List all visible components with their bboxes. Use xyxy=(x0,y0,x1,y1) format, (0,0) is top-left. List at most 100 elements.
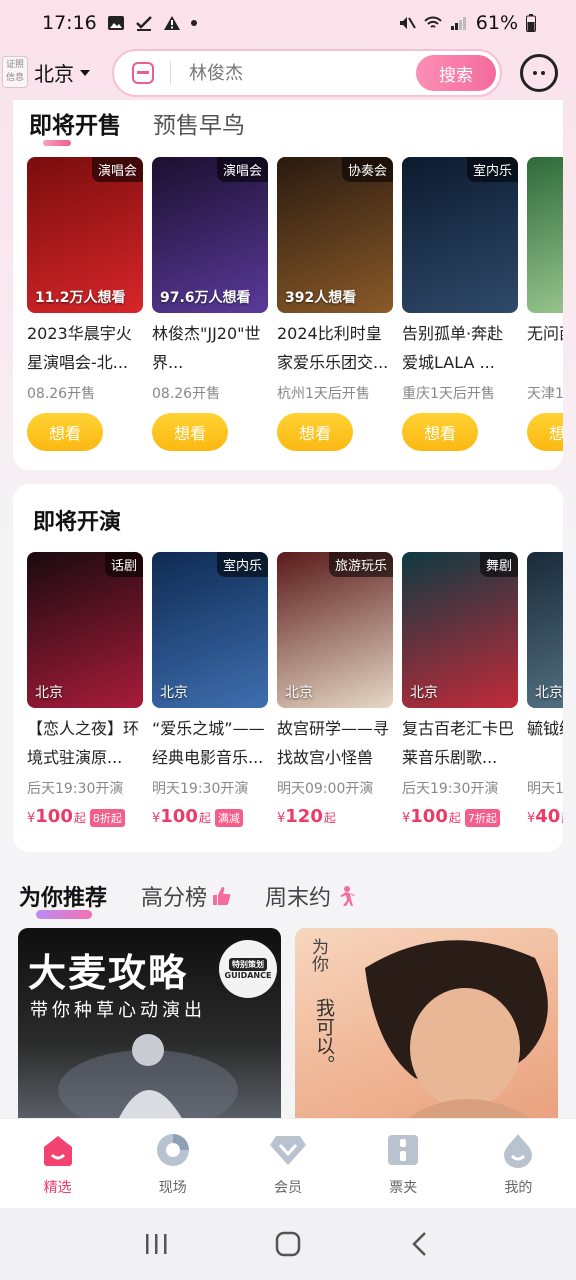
on-sale-item[interactable]: 室内乐告别孤单·奔赴爱城LALA ... 重庆1天后开售想看 xyxy=(402,157,518,451)
event-title[interactable]: 故宫研学——寻找故宫小怪兽 xyxy=(277,714,393,772)
price-value: 120 xyxy=(285,806,323,827)
category-tag: 室内乐 xyxy=(216,552,268,577)
want-button[interactable]: 想看 xyxy=(402,413,478,451)
back-icon[interactable] xyxy=(400,1224,440,1264)
event-title[interactable]: 无问西东音乐会 xyxy=(527,319,563,377)
upcoming-item[interactable]: 话剧 北京 【恋人之夜】环境式驻演原... 后天19:30开演 ¥100 起 8折起 xyxy=(27,552,143,827)
price: ¥100 起 7折起 xyxy=(402,806,518,827)
search-button[interactable]: 搜索 xyxy=(416,55,496,91)
price: ¥100 起 8折起 xyxy=(27,806,143,827)
event-poster[interactable]: 话剧 北京 xyxy=(27,552,143,708)
price-value: 100 xyxy=(410,806,448,827)
price-value: 100 xyxy=(160,806,198,827)
home-button-icon[interactable] xyxy=(268,1224,308,1264)
want-button[interactable]: 想看 xyxy=(152,413,228,451)
discount-badge: 满减 xyxy=(214,809,243,827)
category-tag: 协奏会 xyxy=(341,157,393,182)
search-input[interactable] xyxy=(189,62,389,84)
event-poster[interactable]: 舞剧 北京 xyxy=(402,552,518,708)
nav-item-member[interactable]: 会员 xyxy=(230,1119,345,1208)
price: ¥40起 xyxy=(527,806,563,827)
recent-apps-icon[interactable] xyxy=(136,1224,176,1264)
chevron-down-icon xyxy=(80,69,90,76)
battery-icon xyxy=(526,14,536,32)
nav-item-featured[interactable]: 精选 xyxy=(0,1119,115,1208)
city-selector[interactable]: 北京 xyxy=(34,58,90,87)
category-tag: 室内乐 xyxy=(466,157,518,182)
event-poster[interactable]: 北京 xyxy=(527,552,563,708)
show-time: 后天19:30开演 xyxy=(402,781,499,797)
tab-recommend[interactable]: 为你推荐 xyxy=(19,880,107,912)
app-header: 证照信息 北京 搜索 xyxy=(0,46,576,100)
feed-card-title: 大麦攻略 xyxy=(28,951,189,995)
upcoming-item[interactable]: 室内乐 北京 “爱乐之城”——经典电影音乐... 明天19:30开演 ¥100 起满减 xyxy=(152,552,268,827)
event-poster[interactable] xyxy=(527,157,563,313)
event-title[interactable]: 毓钺编剧杨立新 xyxy=(527,714,563,772)
nav-label-tickets: 票夹 xyxy=(389,1180,418,1196)
event-title[interactable]: “爱乐之城”——经典电影音乐... xyxy=(152,714,268,772)
event-poster[interactable]: 演唱会 11.2万人想看 xyxy=(27,157,143,313)
feed-card-subtitle: 带你种草心动演出 xyxy=(30,1000,206,1021)
scan-icon[interactable] xyxy=(132,62,154,84)
on-sale-item[interactable]: 演唱会 97.6万人想看 林俊杰"JJ20"世界... 08.26开售 想看 xyxy=(152,157,268,451)
city-tag: 北京 xyxy=(535,685,563,701)
event-title[interactable]: 2023华晨宇火星演唱会-北... xyxy=(27,319,143,377)
on-sale-list[interactable]: 演唱会 11.2万人想看 2023华晨宇火星演唱会-北... 08.26开售 想看 演唱会… xyxy=(27,157,563,451)
guidance-badge: 特别策划 GUIDANCE xyxy=(219,940,277,998)
event-poster[interactable]: 旅游玩乐 北京 xyxy=(277,552,393,708)
status-time: 17:16 xyxy=(42,12,97,34)
tab-weekend[interactable]: 周末约 xyxy=(265,880,356,912)
on-sale-item[interactable]: 演唱会 11.2万人想看 2023华晨宇火星演唱会-北... 08.26开售 想看 xyxy=(27,157,143,451)
system-nav-bar xyxy=(0,1208,576,1280)
tab-top-rated-label: 高分榜 xyxy=(141,886,208,911)
ticket-icon xyxy=(384,1131,422,1169)
sale-date: 天津1天后开售 xyxy=(527,386,563,402)
tab-on-sale[interactable]: 即将开售 xyxy=(29,106,121,140)
nav-item-profile[interactable]: 我的 xyxy=(461,1119,576,1208)
event-title[interactable]: 告别孤单·奔赴爱城LALA ... xyxy=(402,319,518,377)
on-sale-item[interactable]: 无问西东音乐会天津1天后开售想看 xyxy=(527,157,563,451)
message-icon[interactable] xyxy=(520,54,558,92)
show-time: 明天19:30开演 xyxy=(527,781,563,797)
upcoming-list[interactable]: 话剧 北京 【恋人之夜】环境式驻演原... 后天19:30开演 ¥100 起 8折起 室内乐北… xyxy=(27,552,563,827)
event-poster[interactable]: 室内乐 北京 xyxy=(152,552,268,708)
upcoming-item[interactable]: 北京毓钺编剧杨立新明天19:30开演 ¥40起 xyxy=(527,552,563,827)
event-poster[interactable]: 协奏会 392人想看 xyxy=(277,157,393,313)
city-tag: 北京 xyxy=(285,685,313,701)
on-sale-item[interactable]: 协奏会 392人想看 2024比利时皇家爱乐乐团交... 杭州1天后开售 想看 xyxy=(277,157,393,451)
upcoming-item[interactable]: 旅游玩乐 北京 故宫研学——寻找故宫小怪兽 明天09:00开演 ¥120 起 xyxy=(277,552,393,827)
status-bar: 17:16 61% xyxy=(0,0,576,46)
profile-icon xyxy=(499,1131,537,1169)
search-bar[interactable]: 搜索 xyxy=(112,49,502,97)
event-title[interactable]: 林俊杰"JJ20"世界... xyxy=(152,319,268,377)
feed-card-guide[interactable]: 大麦攻略 带你种草心动演出 特别策划 GUIDANCE xyxy=(18,928,281,1120)
price-suffix: 起 xyxy=(561,809,563,826)
want-button[interactable]: 想看 xyxy=(527,413,563,451)
nav-label-member: 会员 xyxy=(274,1180,302,1196)
tab-presale[interactable]: 预售早鸟 xyxy=(153,106,245,140)
upcoming-section: 即将开演 话剧 北京 【恋人之夜】环境式驻演原... 后天19:30开演 ¥100 起 8折… xyxy=(13,484,563,852)
nav-item-live[interactable]: 现场 xyxy=(115,1119,230,1208)
event-title[interactable]: 复古百老汇卡巴莱音乐剧歌... xyxy=(402,714,518,772)
category-tag: 演唱会 xyxy=(216,157,268,182)
event-poster[interactable]: 室内乐 xyxy=(402,157,518,313)
tab-top-rated[interactable]: 高分榜 xyxy=(141,880,231,912)
price-suffix: 起 xyxy=(448,811,461,825)
nav-item-tickets[interactable]: 票夹 xyxy=(346,1119,461,1208)
guidance-badge-bottom: GUIDANCE xyxy=(224,971,272,980)
dancer-silhouette xyxy=(58,1034,238,1120)
want-button[interactable]: 想看 xyxy=(27,413,103,451)
cert-badge[interactable]: 证照信息 xyxy=(2,56,28,88)
upcoming-item[interactable]: 舞剧 北京复古百老汇卡巴莱音乐剧歌... 后天19:30开演 ¥100 起 7折起 xyxy=(402,552,518,827)
discount-badge: 7折起 xyxy=(464,809,500,827)
price-suffix: 起 xyxy=(73,811,86,825)
dancer-icon xyxy=(340,886,356,906)
currency-symbol: ¥ xyxy=(527,811,536,826)
sale-date: 重庆1天后开售 xyxy=(402,386,495,402)
want-button[interactable]: 想看 xyxy=(277,413,353,451)
event-poster[interactable]: 演唱会 97.6万人想看 xyxy=(152,157,268,313)
tab-weekend-label: 周末约 xyxy=(265,886,332,911)
feed-card-artist[interactable]: 为你 我可以。 xyxy=(295,928,558,1120)
event-title[interactable]: 2024比利时皇家爱乐乐团交... xyxy=(277,319,393,377)
event-title[interactable]: 【恋人之夜】环境式驻演原... xyxy=(27,714,143,772)
